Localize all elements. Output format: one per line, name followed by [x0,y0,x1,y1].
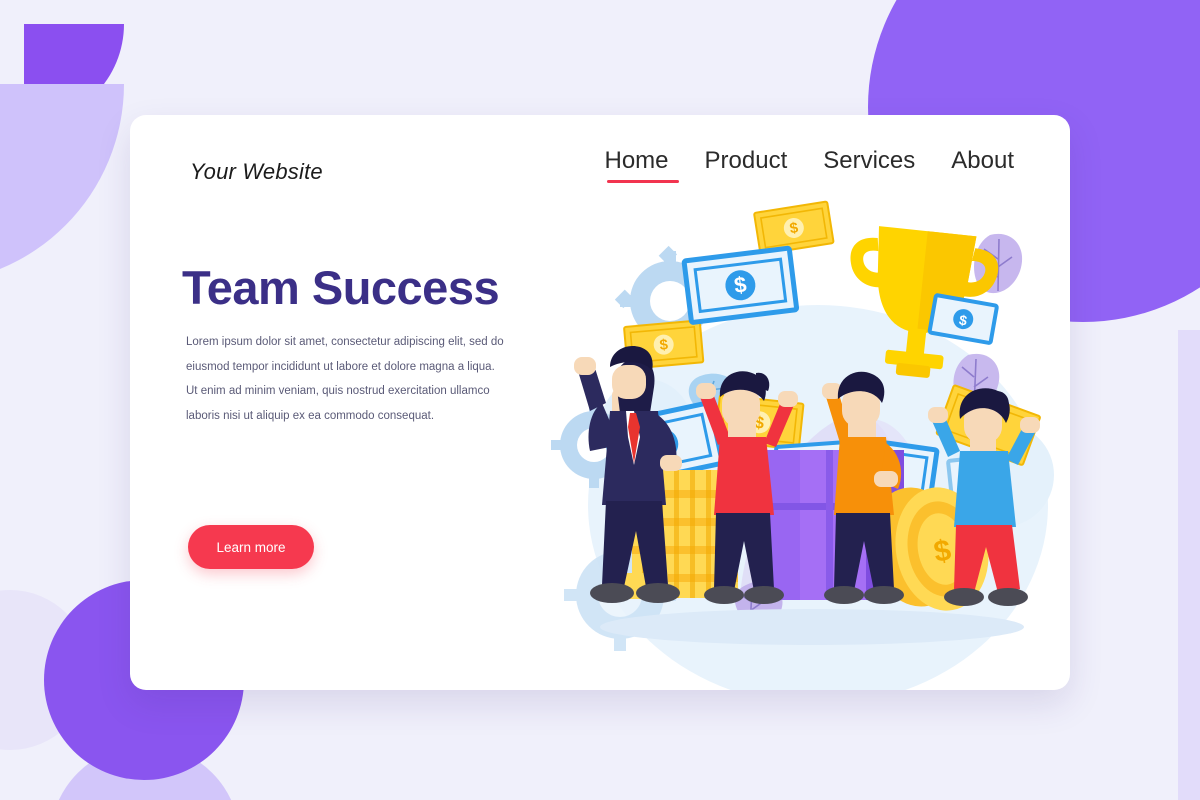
team-success-illustration: $ $ $ $ $ $ [550,175,1070,690]
brand-logo: Your Website [190,159,323,184]
landing-page-card: Your Website Home Product Services About… [130,115,1070,690]
tool-badges-footer: Ai Ps Xd [0,700,1200,800]
decor-quarter-circle-lavender [0,84,124,284]
learn-more-button[interactable]: Learn more [188,525,314,569]
page-root: Your Website Home Product Services About… [0,0,1200,800]
page-title: Team Success [182,261,500,314]
hero-paragraph: Lorem ipsum dolor sit amet, consectetur … [186,336,504,423]
